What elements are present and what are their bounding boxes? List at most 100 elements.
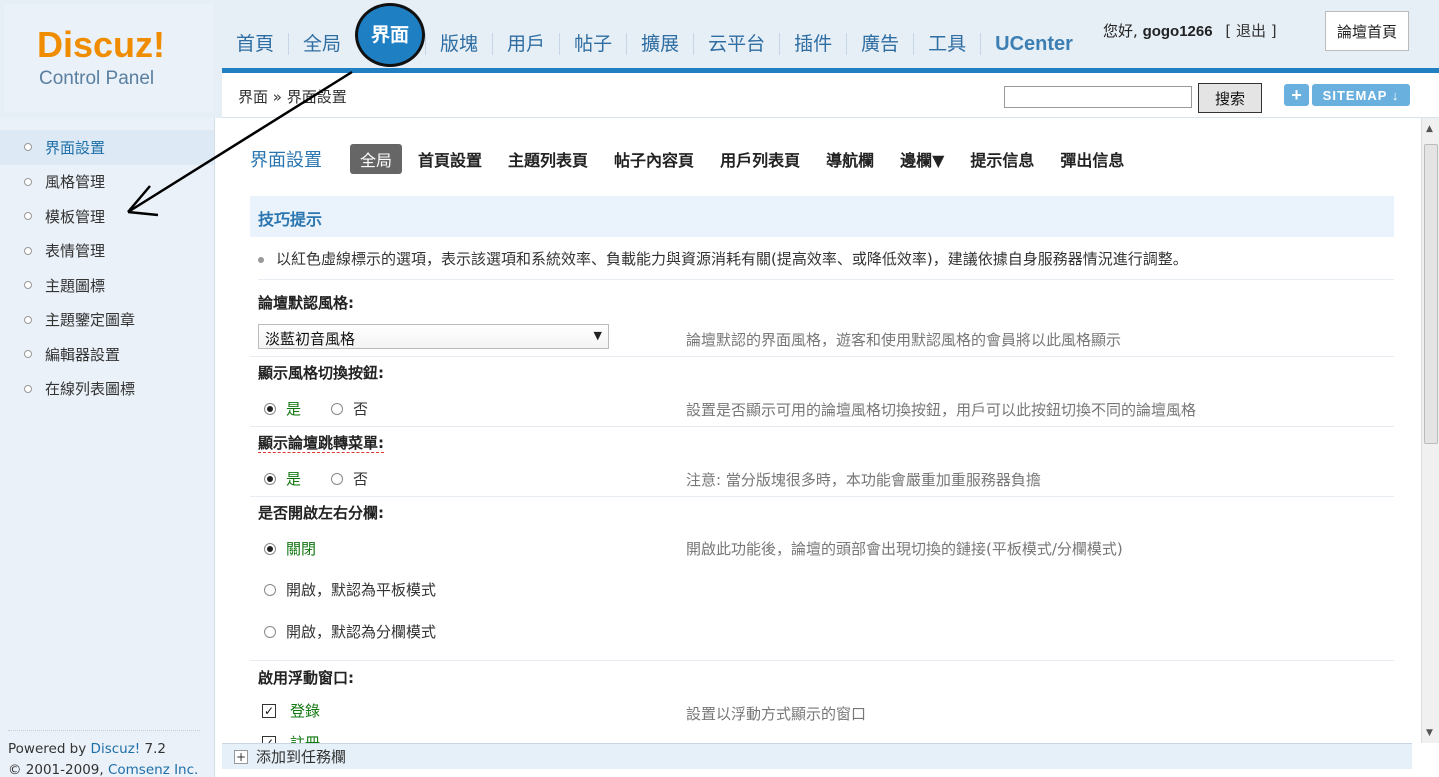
sidebar-item-label: 主題鑒定圖章 [45,311,136,330]
split-close-label: 關閉 [286,540,317,558]
sidebar-item-label: 在線列表圖標 [45,380,136,399]
style-switch-no-radio[interactable] [331,402,344,415]
tab-global[interactable]: 全局 [350,144,403,174]
jump-menu-yes-label: 是 [286,470,302,488]
bullet-icon [24,177,32,186]
style-switch-no-label: 否 [353,400,369,418]
task-bar: + 添加到任務欄 [222,743,1412,769]
header: Discuz! Control Panel 首頁 全局 界面 版塊 用戶 帖子 … [0,0,1439,118]
sidebar-item-label: 主題圖標 [45,276,106,295]
tab-prompt-messages[interactable]: 提示信息 [960,144,1044,174]
add-icon[interactable]: + [234,749,248,764]
search-button[interactable]: 搜索 [1198,83,1262,113]
sidebar-item-label: 模板管理 [45,207,106,226]
bullet-icon [24,350,32,359]
nav-global[interactable]: 全局 [288,33,355,55]
style-switch-yes-label: 是 [286,400,302,418]
nav-plugins[interactable]: 插件 [779,33,846,55]
logo[interactable]: Discuz! Control Panel [4,4,214,112]
sidebar-item-label: 風格管理 [45,173,106,192]
divider [250,356,1394,357]
tips-heading: 技巧提示 [250,196,1394,237]
sidebar-item-style-manage[interactable]: 風格管理 [0,165,214,200]
sub-bar: 界面 » 界面設置 搜索 + SITEMAP ↓ [222,73,1439,118]
add-shortcut-button[interactable]: + [1284,84,1309,106]
sitemap-button[interactable]: SITEMAP ↓ [1312,84,1410,106]
scroll-down-icon[interactable]: ▼ [1426,728,1433,738]
vertical-scrollbar[interactable]: ▲ ▼ [1421,118,1439,743]
default-style-label: 論壇默認風格: [258,294,354,312]
dropdown-arrow-icon: ▼ [593,329,602,342]
version: 7.2 [140,741,166,757]
sidebar: 界面設置 風格管理 模板管理 表情管理 主題圖標 主題鑒定圖章 編輯器設置 在線… [0,118,215,777]
nav-cloud[interactable]: 云平台 [693,33,779,55]
nav-home[interactable]: 首頁 [222,33,288,55]
sidebar-item-template-manage[interactable]: 模板管理 [0,199,214,234]
bullet-icon [24,384,32,393]
jump-menu-yes-radio[interactable] [264,472,276,485]
float-window-hint: 設置以浮動方式顯示的窗口 [686,705,867,723]
jump-menu-no-radio[interactable] [331,472,344,485]
tab-navbar[interactable]: 導航欄 [816,144,884,174]
bullet-icon [24,246,32,255]
bullet-icon [24,281,32,290]
split-view-label: 是否開啟左右分欄: [258,504,384,522]
bullet-icon [258,256,264,263]
nav-ads[interactable]: 廣告 [846,33,913,55]
comsenz-link[interactable]: Comsenz Inc. [108,762,198,777]
tab-member-list[interactable]: 用戶列表頁 [710,144,810,174]
copyright-prefix: © 2001-2009, [8,762,108,777]
bullet-icon [24,212,32,221]
tab-sidebar-dropdown[interactable]: 邊欄▼ [890,144,954,174]
style-switch-options: 是 否 [258,398,368,419]
split-flat-label: 開啟，默認為平板模式 [286,581,437,599]
sidebar-item-label: 界面設置 [45,138,106,157]
split-split-radio[interactable] [264,625,276,638]
default-style-value: 淡藍初音風格 [265,330,356,348]
sidebar-item-online-icons[interactable]: 在線列表圖標 [0,372,214,407]
sidebar-item-editor-settings[interactable]: 編輯器設置 [0,337,214,372]
split-split-option: 開啟，默認為分欄模式 [258,621,436,642]
sidebar-item-stamps[interactable]: 主題鑒定圖章 [0,303,214,338]
float-window-label: 啟用浮動窗口: [258,669,354,687]
page-title: 界面設置 [250,150,322,171]
divider [250,660,1394,661]
tab-post-view[interactable]: 帖子內容頁 [604,144,704,174]
jump-menu-label: 顯示論壇跳轉菜單: [258,432,384,453]
nav-users[interactable]: 用戶 [492,33,559,55]
user-info: 您好, gogo1266 [ 退出 ] [1103,20,1277,41]
divider [250,496,1394,497]
nav-extensions[interactable]: 擴展 [626,33,693,55]
jump-menu-options: 是 否 [258,468,368,489]
sidebar-item-label: 編輯器設置 [45,345,121,364]
sidebar-item-thread-icons[interactable]: 主題圖標 [0,268,214,303]
logout-link[interactable]: [ 退出 ] [1225,22,1276,40]
nav-tools[interactable]: 工具 [913,33,980,55]
style-switch-hint: 設置是否顯示可用的論壇風格切換按鈕，用戶可以此按鈕切換不同的論壇風格 [686,401,1197,419]
breadcrumb: 界面 » 界面設置 [238,88,347,106]
sidebar-item-smiley-manage[interactable]: 表情管理 [0,234,214,269]
style-switch-yes-radio[interactable] [264,402,276,415]
split-view-hint: 開啟此功能後，論壇的頭部會出現切換的鏈接(平板模式/分欄模式) [686,540,1123,558]
forum-home-button[interactable]: 論壇首頁 [1325,11,1409,51]
search-input[interactable] [1004,86,1192,108]
split-close-radio[interactable] [264,542,276,555]
nav-posts[interactable]: 帖子 [559,33,626,55]
powered-by: Powered by Discuz! 7.2 © 2001-2009, Coms… [8,730,200,777]
float-register-checkbox[interactable]: ✓ [262,735,276,743]
nav-forums[interactable]: 版塊 [425,33,492,55]
sidebar-item-interface-settings[interactable]: 界面設置 [0,130,214,165]
default-style-select[interactable]: 淡藍初音風格 ▼ [258,324,609,349]
greeting: 您好, [1103,22,1138,40]
split-flat-radio[interactable] [264,583,276,596]
tab-homepage[interactable]: 首頁設置 [408,144,492,174]
add-to-taskbar-link[interactable]: 添加到任務欄 [256,746,346,767]
scroll-up-icon[interactable]: ▲ [1426,124,1433,134]
nav-interface[interactable]: 界面 [355,3,426,67]
scroll-thumb[interactable] [1424,144,1438,444]
tab-thread-list[interactable]: 主題列表頁 [498,144,598,174]
nav-ucenter[interactable]: UCenter [980,33,1087,55]
float-login-checkbox[interactable]: ✓ [262,703,276,718]
discuz-link[interactable]: Discuz! [91,741,141,757]
tab-popup-messages[interactable]: 彈出信息 [1050,144,1134,174]
